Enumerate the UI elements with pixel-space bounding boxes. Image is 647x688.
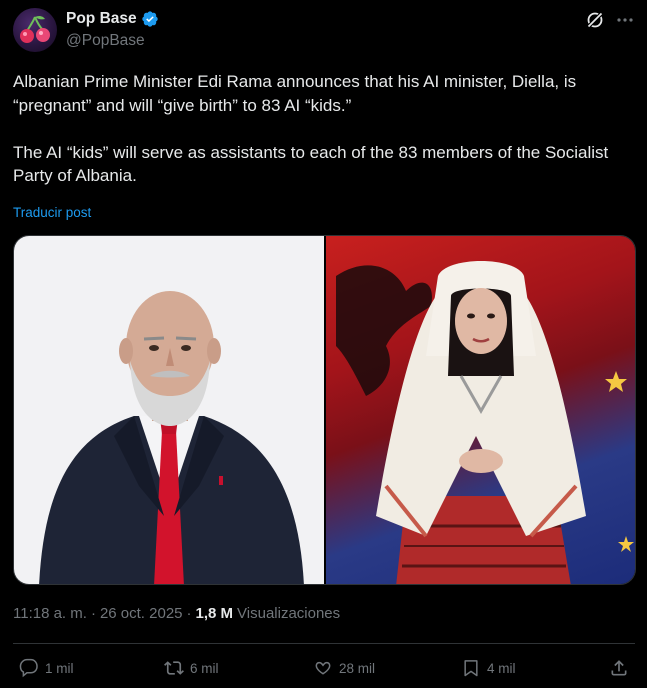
views-label: Visualizaciones <box>237 605 341 622</box>
display-name[interactable]: Pop Base <box>66 10 137 28</box>
action-bar: 1 mil 6 mil 28 mil 4 mil <box>13 658 635 682</box>
reply-count: 1 mil <box>45 660 74 676</box>
tweet-header: Pop Base @PopBase <box>13 8 635 54</box>
tweet-paragraph: Albanian Prime Minister Edi Rama announc… <box>13 72 577 115</box>
woman-traditional-dress-flag-photo[interactable] <box>326 236 635 584</box>
reply-button[interactable]: 1 mil <box>19 658 74 678</box>
grok-icon[interactable] <box>585 10 605 30</box>
share-button[interactable] <box>609 658 629 678</box>
repost-button[interactable]: 6 mil <box>164 658 219 678</box>
like-count: 28 mil <box>339 660 376 676</box>
meta-separator: · <box>186 605 192 622</box>
repost-icon <box>164 661 184 675</box>
like-button[interactable]: 28 mil <box>313 658 375 678</box>
man-in-suit-photo[interactable] <box>14 236 324 584</box>
repost-count: 6 mil <box>190 660 219 676</box>
bookmark-icon <box>464 660 478 677</box>
more-icon[interactable] <box>615 10 635 30</box>
tweet-paragraph: The AI “kids” will serve as assistants t… <box>13 142 609 186</box>
translate-post-link[interactable]: Traducir post <box>13 205 91 220</box>
meta-separator: · <box>90 605 96 622</box>
cherry-avatar-icon <box>20 15 50 43</box>
tweet-date[interactable]: 26 oct. 2025 <box>100 605 183 622</box>
avatar[interactable] <box>13 8 57 52</box>
tweet-meta: 11:18 a. m. · 26 oct. 2025 · 1,8 M Visua… <box>13 605 340 622</box>
heart-icon <box>315 661 331 675</box>
handle[interactable]: @PopBase <box>66 32 145 50</box>
tweet-time[interactable]: 11:18 a. m. <box>13 605 87 622</box>
reply-icon <box>19 658 38 678</box>
divider <box>13 643 635 644</box>
bookmark-count: 4 mil <box>487 660 516 676</box>
tweet-text: Albanian Prime Minister Edi Rama announc… <box>13 70 637 188</box>
bookmark-button[interactable]: 4 mil <box>461 658 516 678</box>
media-grid[interactable] <box>13 235 636 585</box>
views-count: 1,8 M <box>195 605 234 622</box>
share-icon <box>611 660 627 676</box>
verified-badge-icon <box>141 10 159 28</box>
